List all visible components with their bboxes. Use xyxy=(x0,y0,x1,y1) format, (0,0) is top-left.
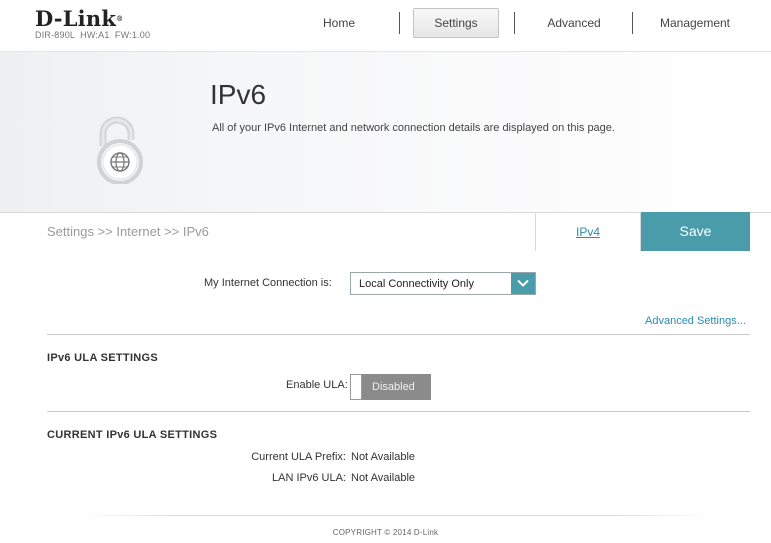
unlocked-padlock-globe-icon xyxy=(91,112,153,189)
breadcrumb: Settings >> Internet >> IPv6 xyxy=(47,224,209,239)
page-title: IPv6 xyxy=(210,79,267,110)
logo-registered-mark: ® xyxy=(116,14,124,23)
page-banner: IPv6 All of your IPv6 Internet and netwo… xyxy=(0,51,771,212)
current-ula-prefix-label: Current ULA Prefix: xyxy=(251,451,346,463)
toggle-knob xyxy=(350,374,362,400)
connection-type-label: My Internet Connection is: xyxy=(204,277,332,289)
advanced-settings-link[interactable]: Advanced Settings... xyxy=(645,315,746,327)
section-divider xyxy=(47,334,750,335)
nav-home[interactable]: Home xyxy=(298,8,380,38)
nav-separator xyxy=(514,12,515,34)
nav-management[interactable]: Management xyxy=(645,8,745,38)
nav-settings[interactable]: Settings xyxy=(413,8,499,38)
save-button[interactable]: Save xyxy=(641,212,750,251)
chevron-down-icon[interactable] xyxy=(511,273,535,294)
top-header: D-Link® DIR-890L HW:A1 FW:1.00 Home Sett… xyxy=(0,0,771,50)
breadcrumb-bar: Settings >> Internet >> IPv6 IPv4 Save xyxy=(0,212,771,251)
connection-type-value: Local Connectivity Only xyxy=(359,278,474,290)
copyright: COPYRIGHT © 2014 D-Link xyxy=(332,528,439,537)
current-ula-prefix-value: Not Available xyxy=(351,451,416,463)
enable-ula-label: Enable ULA: xyxy=(286,379,348,391)
footer-divider xyxy=(80,515,710,516)
lan-ipv6-ula-label: LAN IPv6 ULA: xyxy=(272,472,346,484)
connection-type-select[interactable]: Local Connectivity Only xyxy=(350,272,536,295)
current-ula-heading: CURRENT IPv6 ULA SETTINGS xyxy=(47,429,218,441)
device-info: DIR-890L HW:A1 FW:1.00 xyxy=(35,30,151,40)
nav-separator xyxy=(632,12,633,34)
lan-ipv6-ula-value: Not Available xyxy=(351,472,416,484)
ula-settings-heading: IPv6 ULA SETTINGS xyxy=(47,352,159,364)
nav-advanced[interactable]: Advanced xyxy=(530,8,618,38)
toggle-state-text: Disabled xyxy=(372,381,415,393)
ipv4-link[interactable]: IPv4 xyxy=(535,213,641,251)
page-description: All of your IPv6 Internet and network co… xyxy=(212,122,615,134)
enable-ula-toggle[interactable]: Disabled xyxy=(350,374,431,400)
logo-text: D-Link xyxy=(35,6,117,31)
nav-separator xyxy=(399,12,400,34)
section-divider xyxy=(47,411,750,412)
dlink-logo[interactable]: D-Link® DIR-890L HW:A1 FW:1.00 xyxy=(35,8,150,40)
